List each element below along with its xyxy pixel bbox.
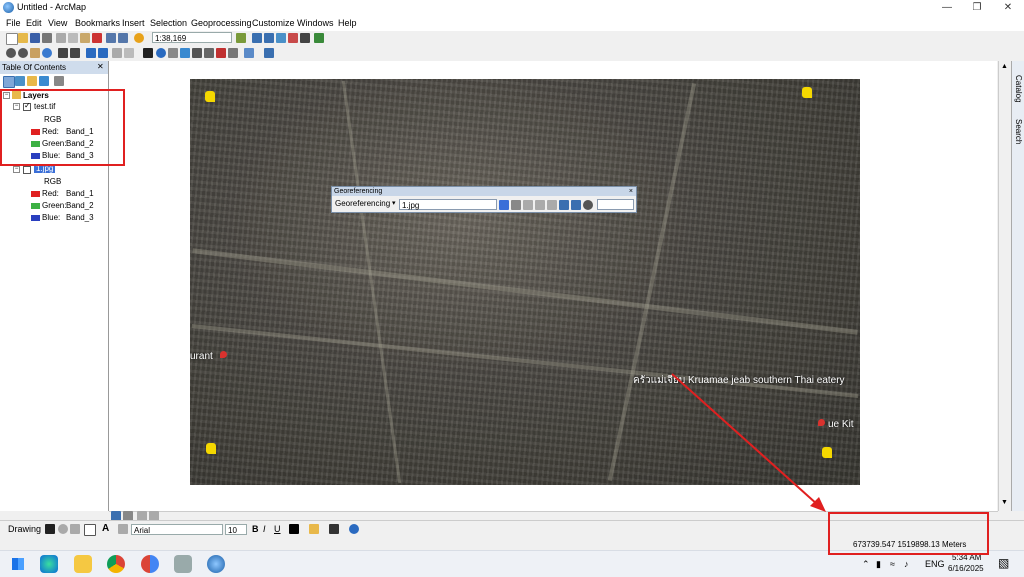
- annotation-arrow-line: [671, 373, 819, 506]
- annotation-arrow: [671, 373, 826, 512]
